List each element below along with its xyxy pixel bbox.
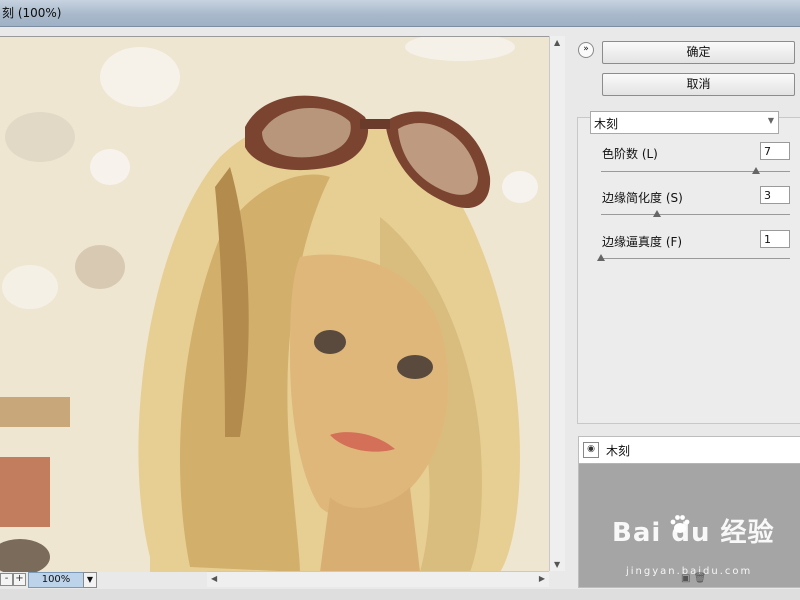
filter-settings-group xyxy=(577,117,800,424)
param-slider-levels-track[interactable] xyxy=(601,171,790,172)
collapse-panel-icon[interactable]: » xyxy=(578,42,594,58)
effect-layer-name: 木刻 xyxy=(606,444,631,458)
preview-image xyxy=(0,37,549,572)
param-slider-edge-simplicity-track[interactable] xyxy=(601,214,790,215)
preview-horizontal-scrollbar[interactable]: ◀ ▶ xyxy=(207,571,549,587)
title-bar: 刻 (100%) xyxy=(0,0,800,27)
scroll-up-arrow-icon[interactable]: ▲ xyxy=(554,38,560,47)
scroll-right-arrow-icon[interactable]: ▶ xyxy=(539,574,545,583)
scroll-left-arrow-icon[interactable]: ◀ xyxy=(211,574,217,583)
param-label-edge-simplicity: 边缘简化度 (S) xyxy=(602,191,683,205)
param-slider-levels-thumb[interactable] xyxy=(752,167,761,174)
zoom-controls: - + 100% ▼ xyxy=(0,571,207,589)
effect-layer-row[interactable]: ◉ 木刻 xyxy=(579,437,800,464)
window-title: 刻 (100%) xyxy=(2,6,62,20)
new-effect-layer-icon[interactable]: ▣ xyxy=(681,573,690,584)
param-label-levels: 色阶数 (L) xyxy=(602,147,658,161)
param-slider-edge-fidelity-thumb[interactable] xyxy=(597,254,605,261)
ok-button[interactable]: 确定 xyxy=(602,41,795,64)
preview-vertical-scrollbar[interactable]: ▲ ▼ xyxy=(549,36,565,571)
chevron-down-icon: ▼ xyxy=(767,116,774,125)
zoom-level-field[interactable]: 100% xyxy=(28,572,84,588)
filter-select[interactable]: 木刻 ▼ xyxy=(590,111,779,134)
param-label-edge-fidelity: 边缘逼真度 (F) xyxy=(602,235,683,249)
zoom-out-button[interactable]: - xyxy=(0,573,13,586)
bottom-strip xyxy=(0,589,800,600)
scroll-down-arrow-icon[interactable]: ▼ xyxy=(554,560,560,569)
param-slider-edge-fidelity-track[interactable] xyxy=(601,258,790,259)
param-input-edge-fidelity[interactable]: 1 xyxy=(760,230,790,248)
filter-preview-canvas[interactable] xyxy=(0,36,549,572)
filter-select-value: 木刻 xyxy=(594,117,619,131)
delete-effect-layer-icon[interactable]: 🗑 xyxy=(694,573,707,584)
cancel-button[interactable]: 取消 xyxy=(602,73,795,96)
param-slider-edge-simplicity-thumb[interactable] xyxy=(652,210,661,217)
zoom-in-button[interactable]: + xyxy=(13,573,26,586)
zoom-dropdown-icon[interactable]: ▼ xyxy=(83,572,97,588)
layer-actions: ▣ 🗑 xyxy=(681,573,706,584)
param-input-levels[interactable]: 7 xyxy=(760,142,790,160)
watermark-brand: Bai du 经验 xyxy=(612,518,775,548)
eye-icon[interactable]: ◉ xyxy=(583,442,599,458)
param-input-edge-simplicity[interactable]: 3 xyxy=(760,186,790,204)
